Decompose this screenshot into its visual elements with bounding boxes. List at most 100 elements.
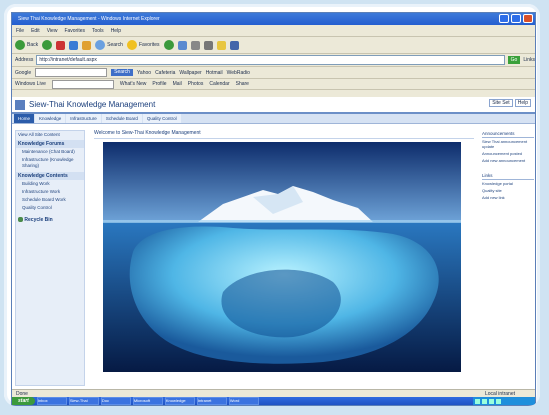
address-bar: Address http://intranet/default.aspx Go …	[12, 54, 535, 67]
google-search-input[interactable]	[35, 68, 108, 77]
title-bar: Siew Thai Knowledge Management - Windows…	[12, 13, 535, 25]
live-search-input[interactable]	[51, 79, 114, 89]
google-logo: Google	[15, 69, 32, 76]
bookmark-wallpaper[interactable]: Wallpaper	[179, 70, 201, 76]
links-label[interactable]: Links	[523, 57, 535, 63]
google-toolbar: Google Search Yahoo Cafeteria Wallpaper …	[12, 67, 535, 79]
menu-bar: File Edit View Favorites Tools Help	[12, 25, 535, 37]
close-button[interactable]	[523, 14, 533, 23]
system-tray	[473, 397, 535, 405]
tab-quality-control[interactable]: Quality Control	[142, 114, 181, 123]
live-calendar[interactable]: Calendar	[209, 81, 229, 87]
menu-file[interactable]: File	[16, 28, 24, 34]
view-all-site-content-link[interactable]: View All Site Content	[16, 131, 84, 138]
folder-icon[interactable]	[216, 40, 226, 50]
print-icon[interactable]	[203, 40, 213, 50]
ql-item-schedule-board-work[interactable]: Schedule Board Work	[16, 196, 84, 204]
top-nav-tabs: Home Knowledge Infrastructure Schedule B…	[12, 114, 535, 124]
tab-knowledge[interactable]: Knowledge	[35, 114, 66, 123]
media-icon[interactable]	[163, 40, 174, 50]
announcements-heading: Announcements	[482, 130, 534, 138]
live-whats-new[interactable]: What's New	[120, 81, 147, 87]
ql-item-maintenance[interactable]: Maintenance (Chat Board)	[16, 148, 84, 156]
window-title: Siew Thai Knowledge Management - Windows…	[18, 16, 160, 22]
tray-icon[interactable]	[475, 398, 480, 404]
site-title: Siew-Thai Knowledge Management	[29, 100, 156, 109]
tab-home[interactable]: Home	[14, 114, 35, 123]
ql-item-infrastructure-work[interactable]: Infrastructure Work	[16, 188, 84, 196]
menu-help[interactable]: Help	[111, 28, 121, 34]
address-input[interactable]: http://intranet/default.aspx	[36, 55, 505, 65]
home-icon[interactable]	[82, 40, 92, 50]
taskbar-item[interactable]: Intranet	[196, 397, 227, 405]
windows-live-label: Windows Live	[15, 81, 46, 87]
start-button[interactable]: start	[12, 397, 35, 405]
main-content: Welcome to Siew-Thai Knowledge Managemen…	[94, 130, 474, 384]
forward-button[interactable]	[42, 40, 53, 50]
link-item[interactable]: Knowledge portal	[482, 180, 534, 187]
ql-item-infrastructure-sharing[interactable]: Infrastructure (Knowledge Sharing)	[16, 156, 84, 170]
link-item[interactable]: Quality site	[482, 187, 534, 194]
refresh-icon[interactable]	[69, 40, 79, 50]
back-arrow-icon	[15, 40, 25, 50]
maximize-button[interactable]	[511, 14, 521, 23]
status-bar: Done Local intranet	[12, 389, 535, 397]
menu-edit[interactable]: Edit	[31, 28, 40, 34]
taskbar-item[interactable]: Word	[228, 397, 259, 405]
taskbar-item[interactable]: Inbox	[36, 397, 67, 405]
tray-icon[interactable]	[496, 398, 501, 404]
back-button[interactable]: Back	[15, 40, 38, 50]
welcome-heading: Welcome to Siew-Thai Knowledge Managemen…	[94, 130, 474, 139]
address-label: Address	[15, 57, 34, 63]
favorites-button[interactable]: Favorites	[126, 40, 160, 50]
menu-view[interactable]: View	[47, 28, 58, 34]
search-icon	[95, 40, 106, 50]
ql-item-building-work[interactable]: Building Work	[16, 180, 84, 188]
go-button[interactable]: Go	[507, 56, 521, 64]
taskbar-item[interactable]: Doc	[100, 397, 131, 405]
live-share[interactable]: Share	[236, 81, 249, 87]
taskbar-item[interactable]: Knowledge	[164, 397, 195, 405]
bookmark-cafeteria[interactable]: Cafeteria	[155, 70, 175, 76]
taskbar-item[interactable]: Siew-Thai	[68, 397, 99, 405]
iceberg-image	[103, 142, 461, 372]
bookmark-webradio[interactable]: WebRadio	[227, 70, 250, 76]
ql-heading-contents[interactable]: Knowledge Contents	[16, 172, 84, 180]
menu-favorites[interactable]: Favorites	[64, 28, 85, 34]
mail-icon[interactable]	[190, 40, 200, 50]
screenshot-frame: Siew Thai Knowledge Management - Windows…	[4, 4, 540, 406]
window-controls	[499, 14, 533, 23]
history-icon[interactable]	[177, 40, 187, 50]
tray-icon[interactable]	[489, 398, 494, 404]
ql-heading-forums[interactable]: Knowledge Forums	[16, 140, 84, 148]
announcement-item[interactable]: Siew Thai announcement update	[482, 138, 534, 150]
menu-tools[interactable]: Tools	[92, 28, 104, 34]
bookmark-hotmail[interactable]: Hotmail	[206, 70, 223, 76]
tray-icon[interactable]	[482, 398, 487, 404]
minimize-button[interactable]	[499, 14, 509, 23]
bookmark-yahoo[interactable]: Yahoo	[137, 70, 151, 76]
announcement-item[interactable]: Announcement posted	[482, 150, 534, 157]
stop-icon[interactable]	[56, 40, 66, 50]
google-search-button[interactable]: Search	[111, 69, 133, 76]
tab-schedule-board[interactable]: Schedule Board	[101, 114, 142, 123]
quick-launch: View All Site Content Knowledge Forums M…	[15, 130, 85, 386]
help-link[interactable]: Help	[514, 99, 531, 107]
tab-infrastructure[interactable]: Infrastructure	[66, 114, 101, 123]
add-link-link[interactable]: Add new link	[482, 194, 534, 201]
live-mail[interactable]: Mail	[173, 81, 182, 87]
messenger-icon[interactable]	[229, 40, 239, 50]
site-settings-link[interactable]: Site Set	[489, 99, 513, 107]
live-profile[interactable]: Profile	[152, 81, 166, 87]
standard-toolbar: Back Search Favorites	[12, 37, 535, 54]
ql-item-quality-control[interactable]: Quality Control	[16, 204, 84, 212]
taskbar-item[interactable]: Microsoft	[132, 397, 163, 405]
search-button[interactable]: Search	[95, 40, 123, 50]
windows-live-toolbar: Windows Live What's New Profile Mail Pho…	[12, 79, 535, 90]
add-announcement-link[interactable]: Add new announcement	[482, 157, 534, 164]
links-heading: Links	[482, 172, 534, 180]
page-content: Siew-Thai Knowledge Management Site Set …	[12, 97, 535, 389]
live-photos[interactable]: Photos	[188, 81, 204, 87]
site-help-links: Site Set Help	[489, 99, 531, 107]
recycle-bin-link[interactable]: Recycle Bin	[16, 216, 84, 224]
